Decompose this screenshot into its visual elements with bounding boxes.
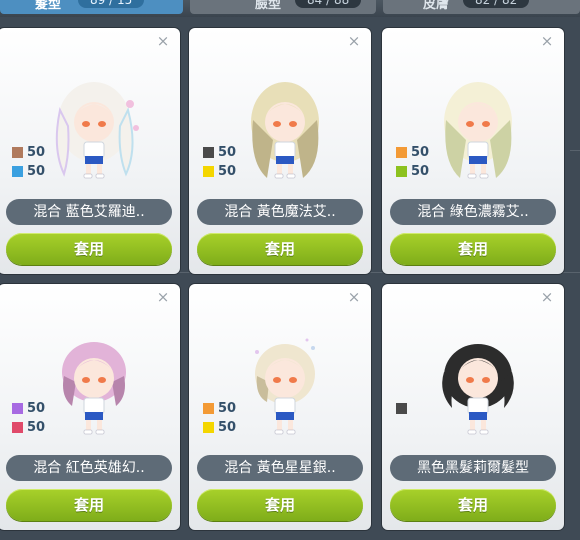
character-preview [46,326,142,438]
hair-name: 混合 綠色濃霧艾.. [390,199,556,225]
tab-count: 89 / 15 [78,0,145,8]
tab-face[interactable]: 臉型 84 / 88 [190,0,376,14]
swatch-value: 50 [218,420,237,435]
color-mix: 50 50 [203,400,236,438]
color-swatch: 50 [396,144,429,161]
color-swatch: 50 [396,163,429,180]
apply-button[interactable]: 套用 [390,489,556,521]
hair-name: 黑色黑髮莉爾髮型 [390,455,556,481]
close-icon[interactable]: × [347,34,361,49]
swatch-value: 50 [411,164,430,179]
close-icon[interactable]: × [347,290,361,305]
color-square [396,403,407,414]
color-mix: 50 50 [12,400,45,438]
swatch-value: 50 [27,164,46,179]
color-swatch: 50 [12,400,45,417]
hair-card: × 50 50 混合 黃色魔法艾.. 套用 [189,28,371,274]
color-square [396,147,407,158]
background-line [570,150,580,151]
swatch-value: 50 [218,164,237,179]
hair-name: 混合 黃色星星銀.. [197,455,363,481]
hair-name: 混合 紅色英雄幻.. [6,455,172,481]
swatch-value: 50 [218,401,237,416]
color-square [396,166,407,177]
color-square [12,403,23,414]
color-mix: 50 50 [12,144,45,182]
color-mix: 50 50 [396,144,429,182]
close-icon[interactable]: × [156,290,170,305]
color-mix: 50 50 [203,144,236,182]
color-square [203,147,214,158]
hair-card: × 50 50 混合 黃色星星銀.. 套用 [189,284,371,530]
color-swatch: 50 [203,163,236,180]
apply-button[interactable]: 套用 [390,233,556,265]
swatch-value: 50 [27,145,46,160]
tab-label: 臉型 [255,0,282,12]
tab-count: 84 / 88 [295,0,362,8]
color-square [203,422,214,433]
color-square [12,166,23,177]
color-swatch: 50 [12,419,45,436]
swatch-value: 50 [27,401,46,416]
apply-button[interactable]: 套用 [6,233,172,265]
swatch-value: 50 [27,420,46,435]
close-icon[interactable]: × [540,290,554,305]
color-square [203,403,214,414]
close-icon[interactable]: × [540,34,554,49]
character-preview [237,326,333,438]
tab-label: 皮膚 [423,0,450,12]
character-preview [237,70,333,182]
hair-card: × 50 50 混合 藍色艾羅迪.. 套用 [0,28,180,274]
hair-name: 混合 黃色魔法艾.. [197,199,363,225]
swatch-value: 50 [218,145,237,160]
color-swatch: 50 [12,144,45,161]
apply-button[interactable]: 套用 [6,489,172,521]
color-square [12,147,23,158]
hair-card: × 50 50 混合 綠色濃霧艾.. 套用 [382,28,564,274]
tab-hair[interactable]: 髮型 89 / 15 [0,0,183,14]
color-swatch: 50 [12,163,45,180]
apply-button[interactable]: 套用 [197,233,363,265]
color-swatch: 50 [203,144,236,161]
hair-card: × 黑色黑髮莉爾髮型 套用 [382,284,564,530]
tab-count: 82 / 82 [463,0,530,8]
hair-card: × 50 50 混合 紅色英雄幻.. 套用 [0,284,180,530]
swatch-value: 50 [411,145,430,160]
tab-bar: 髮型 89 / 15 臉型 84 / 88 皮膚 82 / 82 [0,0,580,17]
color-square [203,166,214,177]
color-swatch: 50 [203,400,236,417]
color-mix [396,400,411,419]
color-swatch [396,400,411,417]
tab-skin[interactable]: 皮膚 82 / 82 [383,0,580,14]
close-icon[interactable]: × [156,34,170,49]
color-swatch: 50 [203,419,236,436]
apply-button[interactable]: 套用 [197,489,363,521]
color-square [12,422,23,433]
hair-name: 混合 藍色艾羅迪.. [6,199,172,225]
character-preview [430,70,526,182]
character-preview [46,70,142,182]
character-preview [430,326,526,438]
tab-label: 髮型 [35,0,62,12]
